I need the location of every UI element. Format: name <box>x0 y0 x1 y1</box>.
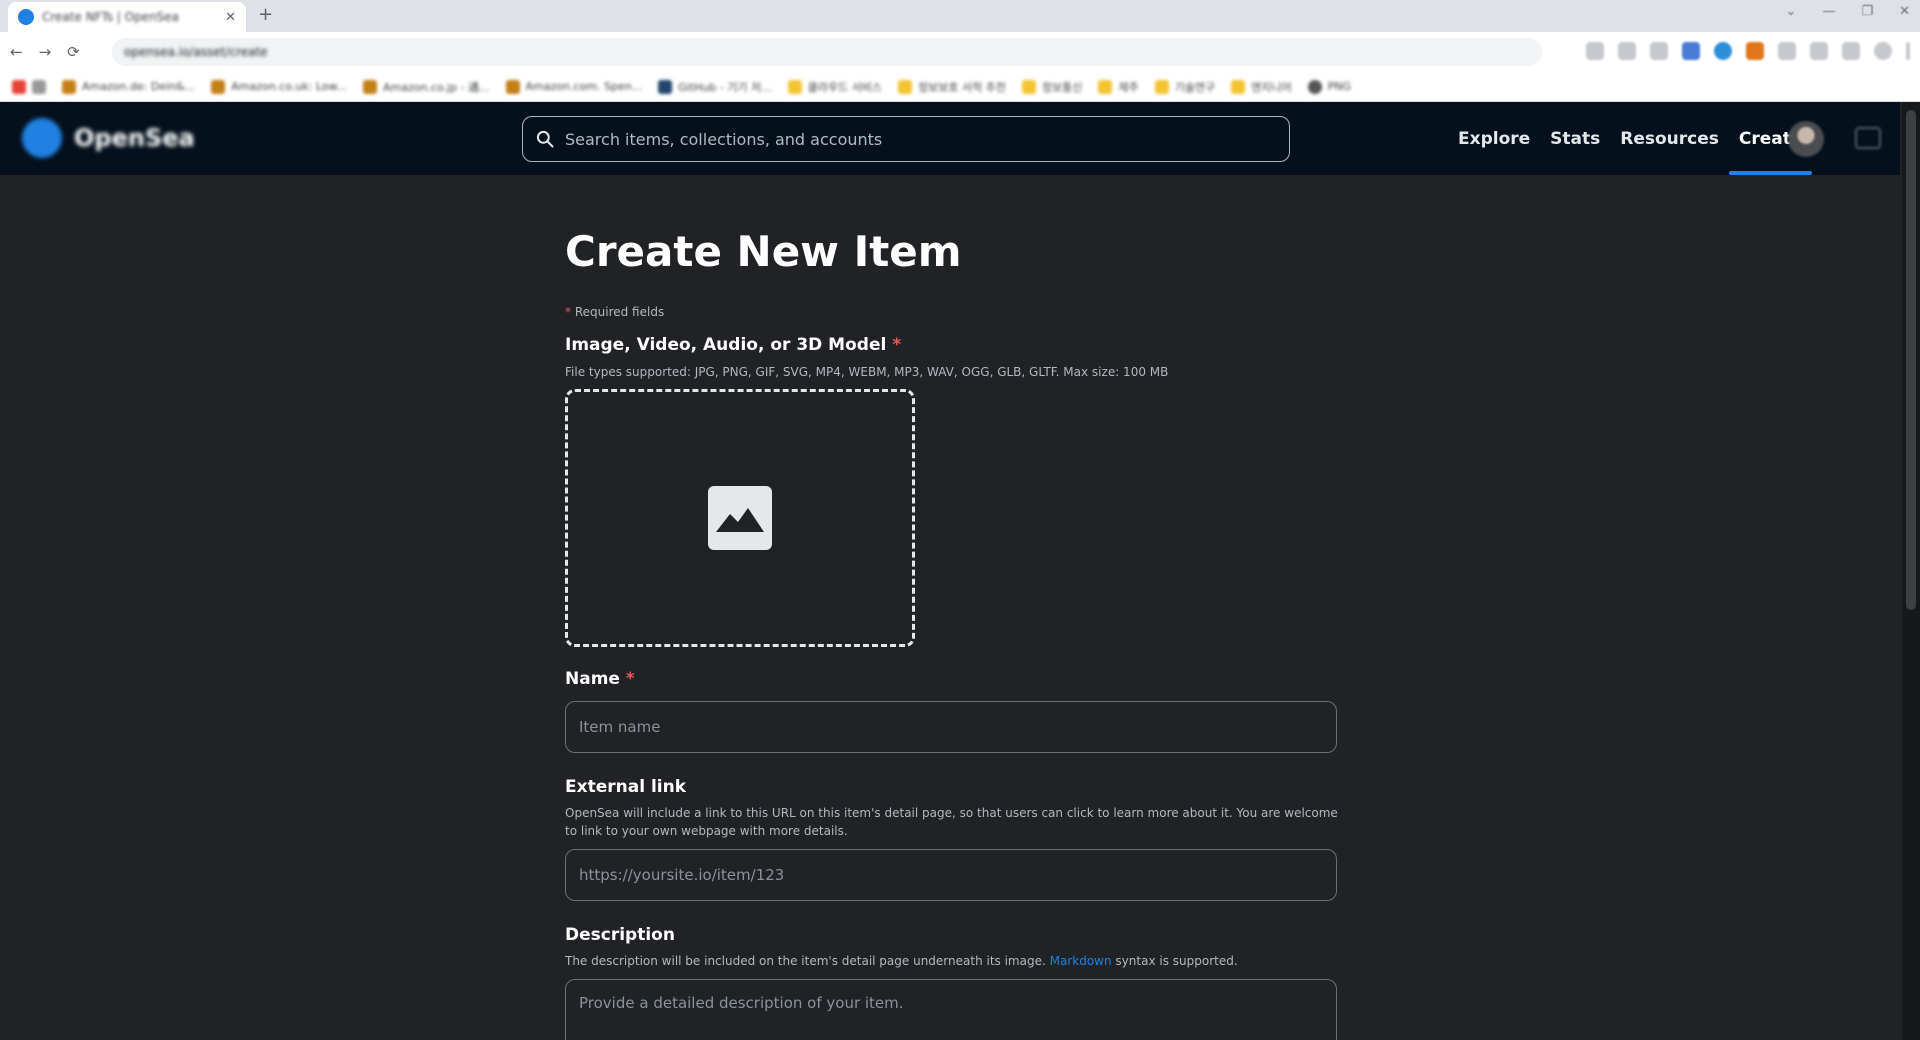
apps-icon[interactable] <box>12 79 46 94</box>
close-window-icon[interactable]: ✕ <box>1899 4 1910 19</box>
extension-icons <box>1586 42 1910 60</box>
bookmark-item[interactable]: PNG <box>1307 79 1351 94</box>
search-icon <box>536 130 554 148</box>
bookmark-folder[interactable]: 정보통신 <box>1021 79 1082 95</box>
required-marker: * <box>565 305 571 319</box>
extension-icon[interactable] <box>1618 42 1636 60</box>
external-link-label: External link <box>565 777 687 797</box>
bookmark-item[interactable]: Amazon.co.jp - 通... <box>362 79 490 95</box>
search-box[interactable] <box>522 116 1290 162</box>
nav-link-resources[interactable]: Resources <box>1620 102 1719 175</box>
external-link-hint: OpenSea will include a link to this URL … <box>565 806 1338 838</box>
metamask-icon[interactable] <box>1746 42 1764 60</box>
tab-title: Create NFTs | OpenSea <box>42 10 180 24</box>
new-tab-icon[interactable]: + <box>258 4 273 25</box>
wallet-icon[interactable] <box>1855 127 1881 149</box>
avatar[interactable] <box>1788 121 1824 157</box>
maximize-icon[interactable]: ❐ <box>1861 4 1873 19</box>
external-link-input[interactable] <box>579 866 1319 884</box>
url-text: opensea.io/asset/create <box>124 45 268 59</box>
name-input[interactable] <box>579 718 1319 736</box>
page-title: Create New Item <box>565 227 962 276</box>
browser-tab[interactable]: Create NFTs | OpenSea ✕ <box>8 2 246 32</box>
external-link-field[interactable] <box>565 849 1337 901</box>
bookmark-item[interactable]: GitHub - 기기 저... <box>658 79 772 95</box>
back-icon[interactable]: ← <box>10 43 23 61</box>
opensea-logo-icon <box>22 118 62 158</box>
search-input[interactable] <box>565 129 1265 149</box>
bookmark-folder[interactable]: 클라우드 서비스 <box>787 79 882 95</box>
nav-link-explore[interactable]: Explore <box>1458 102 1530 175</box>
minimize-icon[interactable]: — <box>1822 4 1835 19</box>
site-navbar: OpenSea Explore Stats Resources Create <box>0 102 1900 175</box>
media-label: Image, Video, Audio, or 3D Model * <box>565 335 902 355</box>
description-hint: The description will be included on the … <box>565 954 1238 968</box>
profile-icon[interactable] <box>1874 42 1892 60</box>
puzzle-icon[interactable] <box>1810 42 1828 60</box>
bookmark-folder[interactable]: 기술연구 <box>1154 79 1215 95</box>
markdown-link[interactable]: Markdown <box>1050 954 1112 968</box>
bookmarks-bar: Amazon.de: Dein&... Amazon.co.uk: Low...… <box>0 72 1920 102</box>
extension-icon[interactable] <box>1778 42 1796 60</box>
required-marker: * <box>625 669 635 689</box>
media-hint: File types supported: JPG, PNG, GIF, SVG… <box>565 365 1169 379</box>
scrollbar-thumb[interactable] <box>1906 110 1916 610</box>
page-scrollbar[interactable] <box>1902 102 1920 1040</box>
name-label: Name * <box>565 669 635 689</box>
browser-tab-strip: Create NFTs | OpenSea ✕ + ⌄ — ❐ ✕ <box>0 0 1920 32</box>
menu-icon[interactable] <box>1906 42 1910 60</box>
required-marker: * <box>892 335 902 355</box>
bookmark-folder[interactable]: 엔지니어 <box>1231 79 1292 95</box>
bookmark-item[interactable]: Amazon.de: Dein&... <box>62 79 195 94</box>
address-bar: ← → ⟳ opensea.io/asset/create <box>0 32 1920 72</box>
bookmark-folder[interactable]: 제주 <box>1098 79 1139 95</box>
nav-links: Explore Stats Resources Create <box>1458 102 1812 175</box>
media-upload-dropzone[interactable] <box>565 389 915 647</box>
bookmark-item[interactable]: Amazon.co.uk: Low... <box>211 79 347 94</box>
chevron-down-icon[interactable]: ⌄ <box>1786 4 1797 19</box>
image-icon <box>708 486 772 550</box>
reload-icon[interactable]: ⟳ <box>67 43 80 61</box>
name-field[interactable] <box>565 701 1337 753</box>
forward-icon[interactable]: → <box>39 43 52 61</box>
nav-link-stats[interactable]: Stats <box>1550 102 1600 175</box>
extension-icon[interactable] <box>1586 42 1604 60</box>
close-tab-icon[interactable]: ✕ <box>225 10 236 25</box>
extension-icon[interactable] <box>1682 42 1700 60</box>
bookmark-item[interactable]: Amazon.com. Spen... <box>505 79 642 94</box>
opensea-logo[interactable]: OpenSea <box>22 118 195 158</box>
bookmark-folder[interactable]: 정보보호 서적 추천 <box>897 79 1006 95</box>
description-label: Description <box>565 925 675 945</box>
extension-icon[interactable] <box>1714 42 1732 60</box>
window-controls: ⌄ — ❐ ✕ <box>1786 4 1910 19</box>
opensea-favicon-icon <box>18 9 34 25</box>
description-field[interactable] <box>565 979 1337 1040</box>
sidebar-icon[interactable] <box>1842 42 1860 60</box>
description-input[interactable] <box>579 994 1319 1040</box>
brand-name: OpenSea <box>74 124 195 152</box>
required-fields-note: * Required fields <box>565 305 665 319</box>
extension-icon[interactable] <box>1650 42 1668 60</box>
url-field[interactable]: opensea.io/asset/create <box>112 38 1542 66</box>
